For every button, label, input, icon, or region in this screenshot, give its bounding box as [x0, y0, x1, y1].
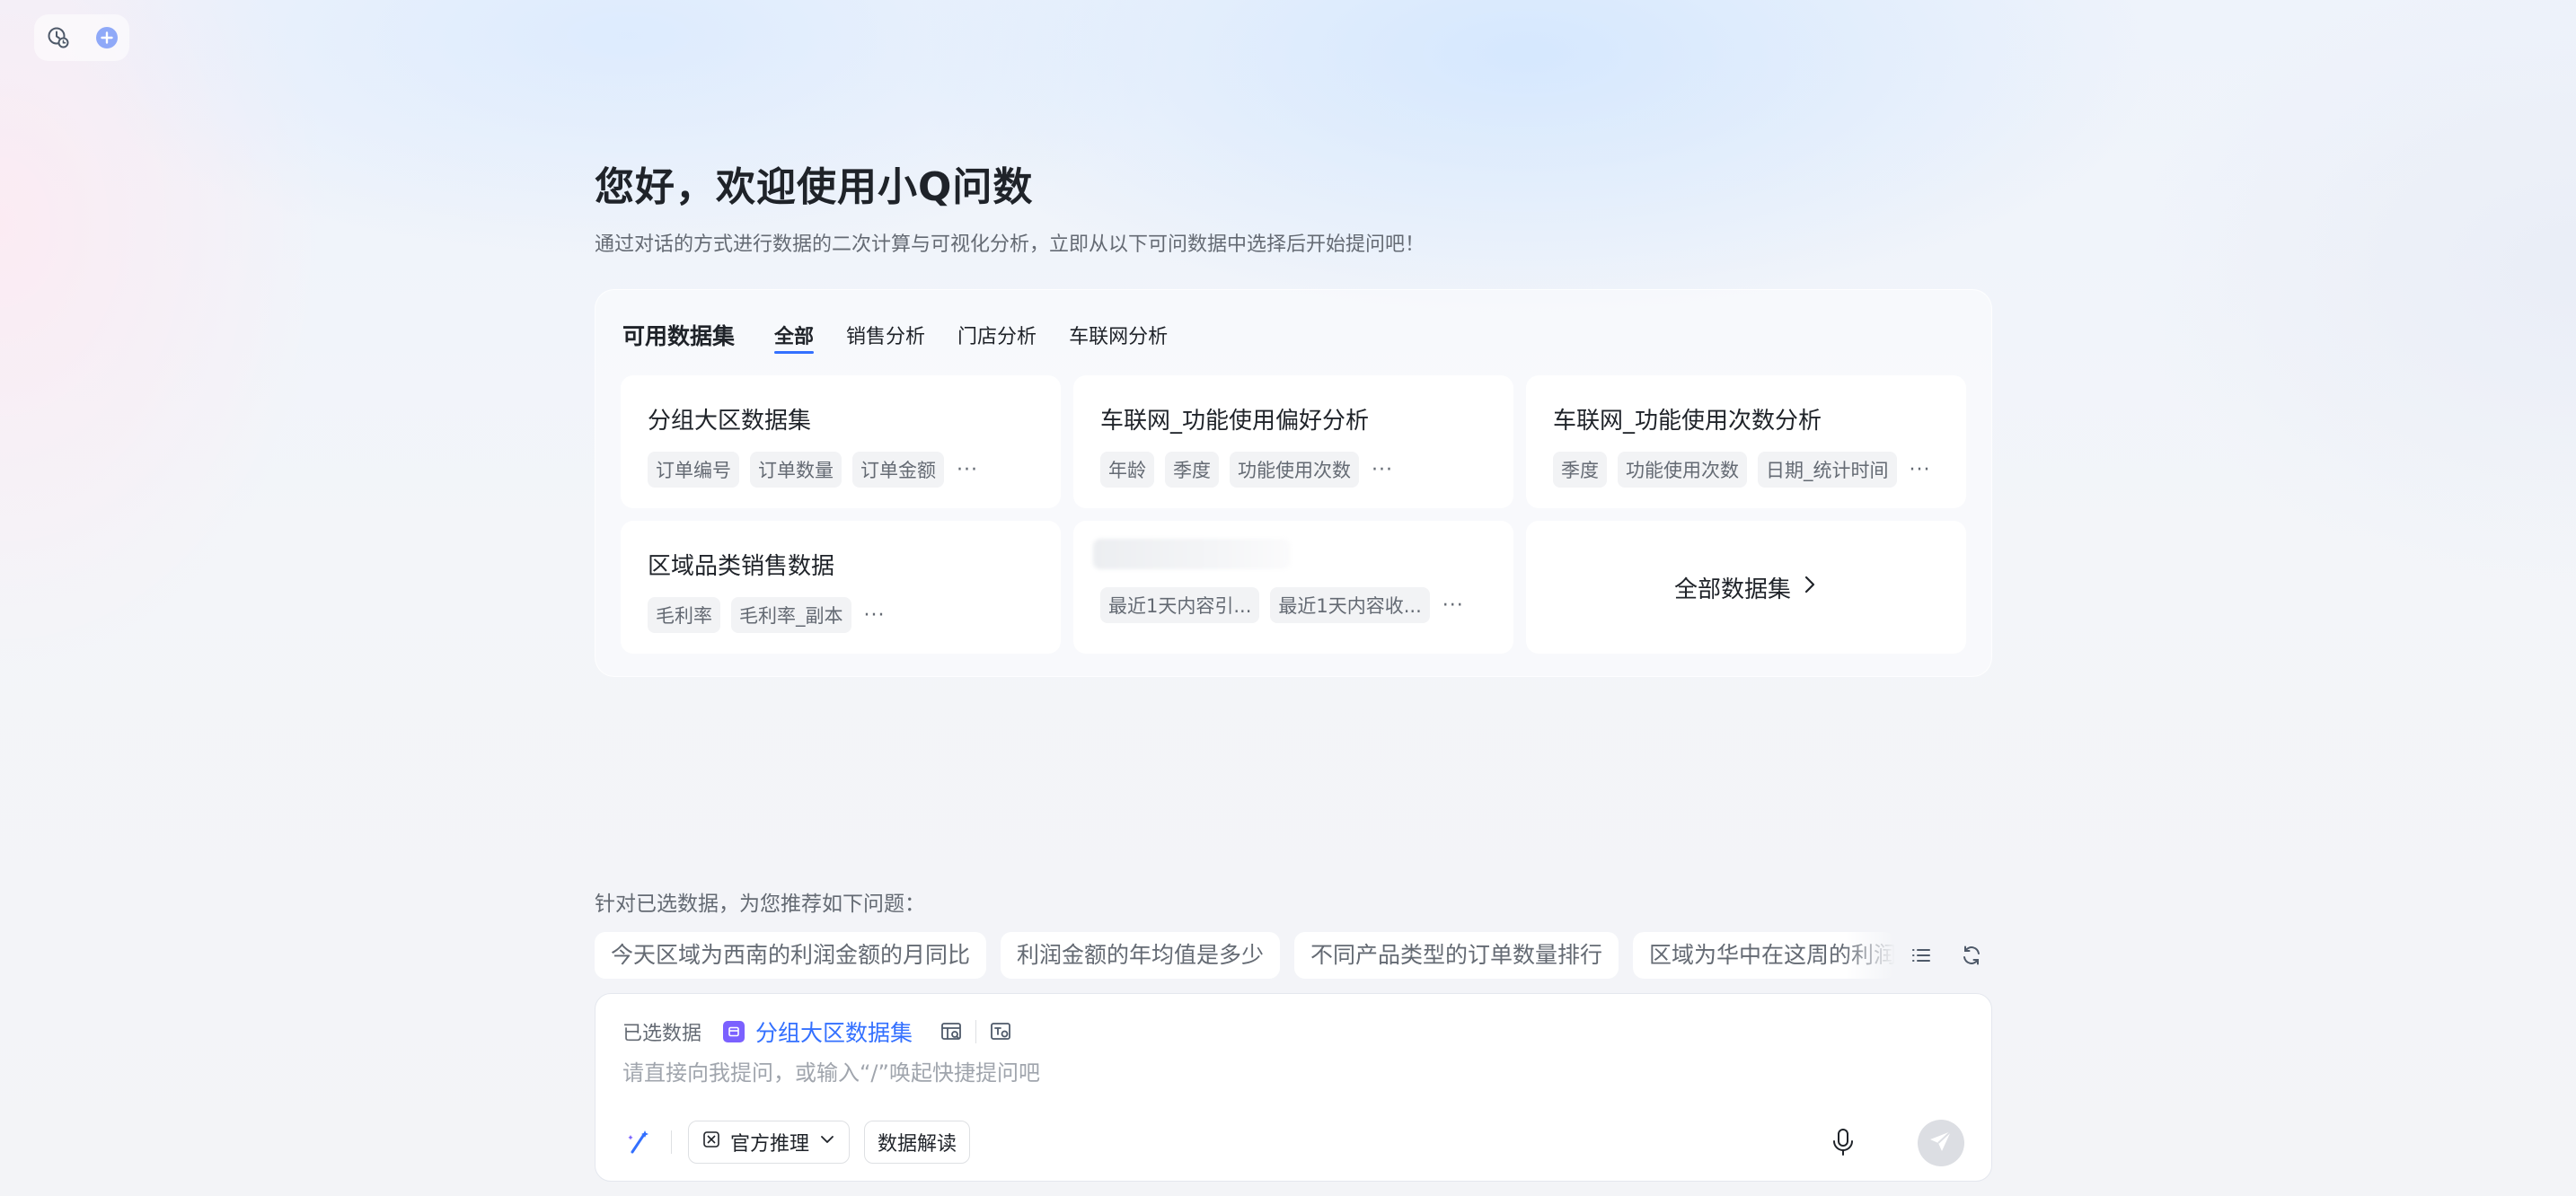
question-chip[interactable]: 不同产品类型的订单数量排行 — [1294, 932, 1619, 979]
more-tags-indicator: ··· — [863, 603, 886, 627]
field-tag: 年龄 — [1100, 452, 1154, 488]
tab-iov-analysis[interactable]: 车联网分析 — [1069, 319, 1168, 349]
dataset-card[interactable]: 区域品类销售数据 毛利率 毛利率_副本 ··· — [621, 521, 1061, 654]
datasets-panel: 可用数据集 全部 销售分析 门店分析 车联网分析 分组大区数据集 订单编号 订单… — [595, 289, 1992, 677]
field-tag: 最近1天内容引... — [1100, 587, 1260, 623]
field-tag: 毛利率_副本 — [731, 597, 851, 633]
field-tag: 功能使用次数 — [1618, 452, 1747, 488]
reasoning-mode-label: 官方推理 — [730, 1133, 810, 1156]
recommend-questions: 今天区域为西南的利润金额的月同比 利润金额的年均值是多少 不同产品类型的订单数量… — [595, 932, 1895, 979]
field-tag: 季度 — [1553, 452, 1607, 488]
field-tag: 最近1天内容收... — [1270, 587, 1430, 623]
history-icon[interactable] — [45, 24, 72, 51]
page-title: 您好，欢迎使用小Q问数 — [595, 164, 1034, 210]
chevron-down-icon — [818, 1130, 836, 1154]
dataset-card-name-redacted — [1093, 539, 1291, 569]
page-subtitle: 通过对话的方式进行数据的二次计算与可视化分析，立即从以下可问数据中选择后开始提问… — [595, 233, 1425, 256]
field-info-icon[interactable] — [987, 1018, 1014, 1045]
dataset-tabs: 可用数据集 全部 销售分析 门店分析 车联网分析 — [622, 319, 1200, 354]
magic-wand-icon[interactable] — [622, 1126, 655, 1158]
field-tag: 毛利率 — [648, 597, 720, 633]
tab-all[interactable]: 全部 — [774, 319, 815, 354]
dataset-card-tags: 年龄 季度 功能使用次数 ··· — [1100, 452, 1486, 488]
dataset-card[interactable]: 车联网_功能使用次数分析 季度 功能使用次数 日期_统计时间 ··· — [1526, 375, 1966, 508]
all-datasets-button[interactable]: 全部数据集 — [1526, 521, 1966, 654]
microphone-icon[interactable] — [1824, 1123, 1862, 1161]
new-chat-icon[interactable] — [93, 24, 120, 51]
datasets-panel-title: 可用数据集 — [622, 323, 736, 349]
more-tags-indicator: ··· — [1909, 458, 1931, 481]
dataset-icon — [723, 1021, 745, 1042]
dataset-card-tags: 季度 功能使用次数 日期_统计时间 ··· — [1553, 452, 1939, 488]
more-tags-indicator: ··· — [957, 458, 978, 481]
question-chip[interactable]: 区域为华中在这周的利润 — [1633, 932, 1895, 979]
field-tag: 功能使用次数 — [1230, 452, 1359, 488]
refresh-icon[interactable] — [1958, 942, 1985, 969]
tab-store-analysis[interactable]: 门店分析 — [957, 319, 1037, 349]
question-chip[interactable]: 今天区域为西南的利润金额的月同比 — [595, 932, 987, 979]
field-tag: 日期_统计时间 — [1758, 452, 1897, 488]
chat-input-field[interactable]: 请直接向我提问，或输入“/”唤起快捷提问吧 — [622, 1055, 1040, 1086]
selected-dataset-link[interactable]: 分组大区数据集 — [755, 1016, 913, 1048]
more-tags-indicator: ··· — [1442, 594, 1464, 617]
top-toolbar — [34, 14, 129, 61]
dataset-card-name: 车联网_功能使用次数分析 — [1553, 408, 1822, 435]
more-tags-indicator: ··· — [1372, 458, 1393, 481]
dataset-card[interactable]: 分组大区数据集 订单编号 订单数量 订单金额 ··· — [621, 375, 1061, 508]
selected-data-row: 已选数据 分组大区数据集 — [622, 1014, 1014, 1050]
tab-sales-analysis[interactable]: 销售分析 — [846, 319, 925, 349]
reasoning-icon — [701, 1130, 721, 1155]
dataset-card[interactable]: 车联网_功能使用偏好分析 年龄 季度 功能使用次数 ··· — [1073, 375, 1513, 508]
field-tag: 订单编号 — [648, 452, 739, 488]
recommend-title: 针对已选数据，为您推荐如下问题： — [595, 893, 925, 916]
table-preview-icon[interactable] — [938, 1018, 965, 1045]
field-tag: 订单数量 — [750, 452, 842, 488]
divider — [975, 1020, 977, 1043]
send-icon — [1928, 1128, 1954, 1158]
question-chip[interactable]: 利润金额的年均值是多少 — [1001, 932, 1281, 979]
data-interpret-button[interactable]: 数据解读 — [864, 1121, 971, 1164]
dataset-card-name: 区域品类销售数据 — [648, 553, 835, 580]
dataset-card[interactable]: 最近1天内容引... 最近1天内容收... ··· — [1073, 521, 1513, 654]
chat-input-box: 已选数据 分组大区数据集 请直接向我提问，或输入“/”唤起快捷提问吧 官方推理 … — [595, 993, 1992, 1182]
dataset-card-tags: 最近1天内容引... 最近1天内容收... ··· — [1100, 587, 1486, 623]
field-tag: 订单金额 — [852, 452, 944, 488]
selected-data-label: 已选数据 — [622, 1023, 702, 1045]
chevron-right-icon — [1802, 574, 1818, 601]
input-toolbar: 官方推理 数据解读 — [622, 1120, 1964, 1166]
divider — [671, 1130, 672, 1154]
field-tag: 季度 — [1165, 452, 1219, 488]
dataset-card-name: 车联网_功能使用偏好分析 — [1100, 408, 1370, 435]
dataset-card-tags: 订单编号 订单数量 订单金额 ··· — [648, 452, 1034, 488]
all-datasets-label: 全部数据集 — [1673, 576, 1791, 603]
dataset-card-tags: 毛利率 毛利率_副本 ··· — [648, 597, 1034, 633]
send-button[interactable] — [1918, 1120, 1964, 1166]
reasoning-mode-select[interactable]: 官方推理 — [688, 1121, 851, 1164]
dataset-card-name: 分组大区数据集 — [648, 408, 812, 435]
list-icon[interactable] — [1908, 942, 1935, 969]
